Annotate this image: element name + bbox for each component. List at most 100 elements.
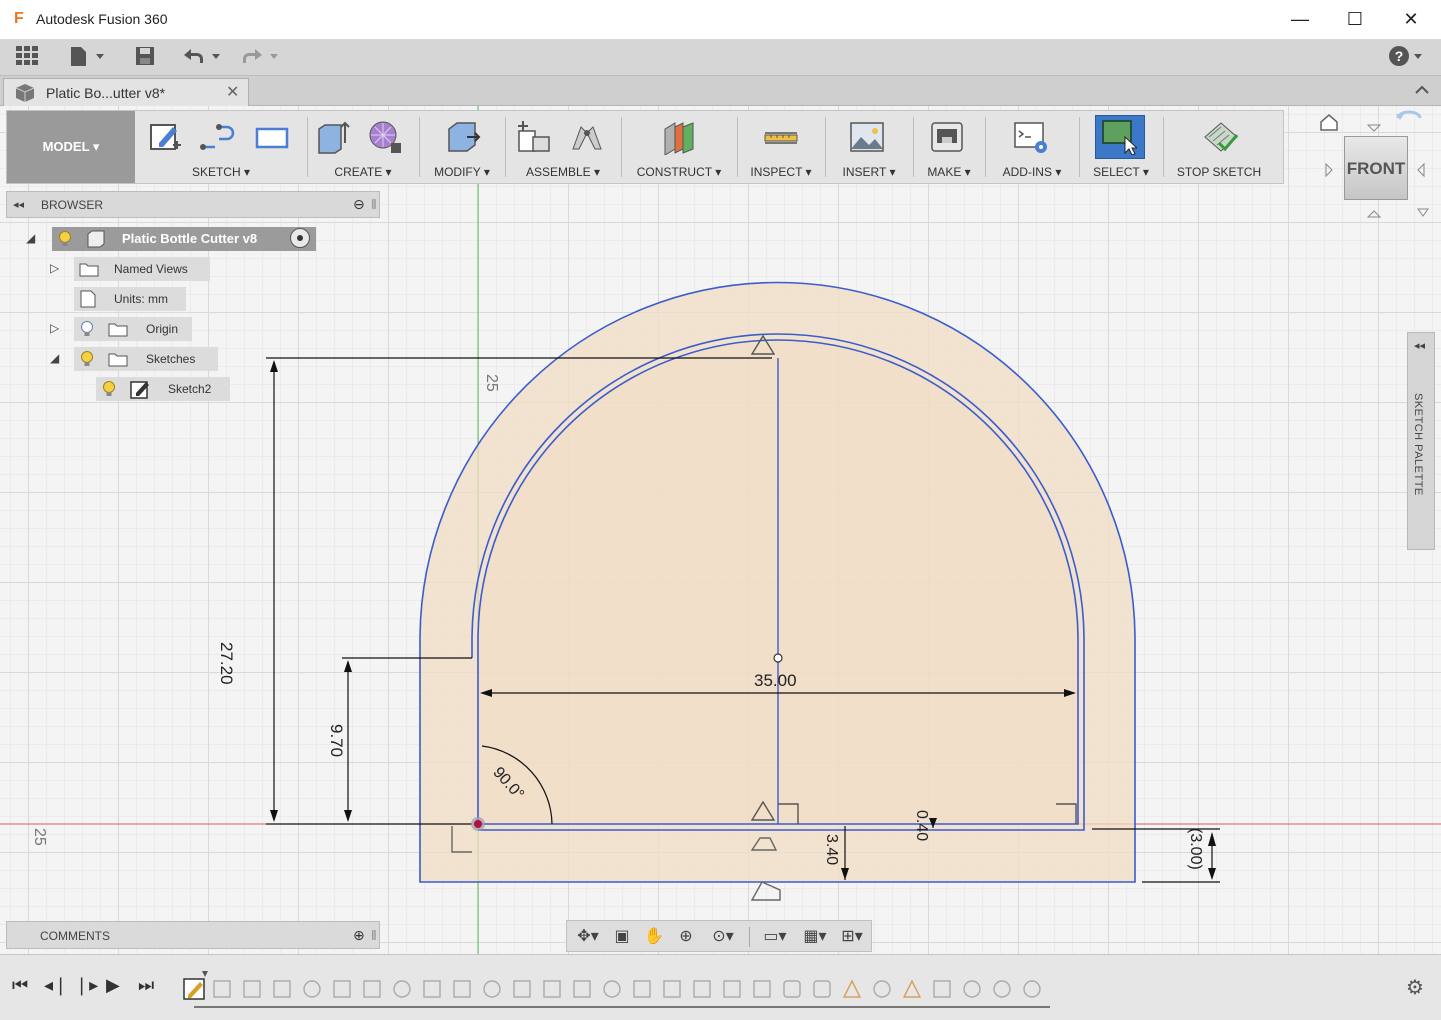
workspace-switcher[interactable]: MODEL ▾ — [7, 111, 135, 183]
assemble-group-label: ASSEMBLE ▾ — [525, 165, 601, 179]
expand-named-views-icon[interactable]: ▷ — [50, 261, 59, 275]
ribbon-group-sketch[interactable]: SKETCH ▾ — [137, 111, 305, 183]
visibility-bulb-icon[interactable] — [101, 380, 117, 406]
comments-grip-icon[interactable]: ‖ — [371, 927, 377, 943]
joint-icon — [572, 126, 602, 150]
expand-origin-icon[interactable]: ▷ — [50, 321, 59, 335]
tree-root-item[interactable]: Platic Bottle Cutter v8 — [52, 227, 316, 251]
zoom-icon[interactable]: ⊕ — [673, 926, 699, 948]
ribbon-separator — [307, 117, 308, 177]
view-arrow-down-icon[interactable] — [1366, 206, 1382, 224]
timeline-features[interactable] — [180, 969, 1060, 1009]
display-settings-icon[interactable]: ▭▾ — [757, 926, 793, 948]
rotate-view-icon[interactable] — [1394, 108, 1424, 131]
tree-item-named-views[interactable]: Named Views — [74, 257, 210, 281]
quick-access-bar: ? — [0, 40, 1441, 76]
tree-item-sketch2[interactable]: Sketch2 — [96, 377, 230, 401]
document-tab-bar: Platic Bo...utter v8* ✕ — [0, 76, 1441, 106]
comments-panel-header[interactable]: COMMENTS ⊕ ‖ — [6, 921, 380, 949]
ribbon-group-assemble[interactable]: ASSEMBLE ▾ — [507, 111, 619, 183]
undo-icon[interactable] — [180, 45, 226, 71]
tree-item-label: Origin — [146, 322, 179, 336]
maximize-button[interactable]: ☐ — [1327, 0, 1383, 40]
ribbon-group-modify[interactable]: MODIFY ▾ — [421, 111, 503, 183]
dimension-offset-ref[interactable]: (3.00) — [1186, 828, 1204, 870]
ribbon-group-addins[interactable]: ADD-INS ▾ — [987, 111, 1077, 183]
timeline-play-icon[interactable]: ▶ — [106, 975, 120, 996]
help-icon[interactable]: ? — [1388, 45, 1428, 71]
redo-icon[interactable] — [238, 45, 284, 71]
timeline-last-icon[interactable]: ⏭ — [138, 975, 154, 996]
expand-sketches-icon[interactable]: ◢ — [50, 351, 59, 365]
document-tab[interactable]: Platic Bo...utter v8* ✕ — [3, 78, 249, 106]
tree-item-sketches[interactable]: Sketches — [74, 347, 218, 371]
fit-window-icon[interactable]: ⊙▾ — [703, 926, 743, 948]
close-button[interactable]: ✕ — [1383, 0, 1439, 40]
visibility-bulb-icon[interactable] — [79, 350, 95, 376]
viewports-icon[interactable]: ⊞▾ — [835, 926, 869, 948]
view-arrow-left-icon[interactable] — [1324, 162, 1334, 183]
grid-settings-icon[interactable]: ▦▾ — [797, 926, 833, 948]
ribbon-group-inspect[interactable]: INSPECT ▾ — [739, 111, 823, 183]
home-view-icon[interactable] — [1318, 112, 1340, 137]
ribbon-group-make[interactable]: MAKE ▾ — [915, 111, 983, 183]
collapse-chevron-icon[interactable] — [1412, 80, 1432, 105]
browser-grip-icon[interactable]: ‖ — [371, 196, 377, 212]
rectangle-tool-icon — [255, 127, 289, 149]
view-cube[interactable]: FRONT — [1316, 108, 1441, 224]
view-cube-front-face[interactable]: FRONT — [1344, 136, 1408, 200]
dimension-width[interactable]: 35.00 — [754, 671, 797, 691]
ribbon-group-select[interactable]: SELECT ▾ — [1081, 111, 1161, 183]
visibility-bulb-off-icon[interactable] — [79, 320, 95, 346]
comments-title: COMMENTS — [40, 929, 110, 943]
stop-sketch-icon — [1204, 122, 1239, 152]
insert-group-label: INSERT ▾ — [842, 165, 896, 179]
timeline-first-icon[interactable]: ⏮ — [12, 975, 28, 996]
extrude-icon — [318, 121, 350, 154]
stop-sketch-button[interactable]: STOP SKETCH — [1165, 111, 1273, 183]
look-at-icon[interactable]: ▣ — [609, 926, 635, 948]
add-comment-icon[interactable]: ⊕ — [353, 927, 365, 944]
browser-minimize-icon[interactable]: ⊖ — [353, 196, 365, 213]
sketch-palette-label: SKETCH PALETTE — [1412, 393, 1424, 496]
ribbon-group-create[interactable]: CREATE ▾ — [309, 111, 417, 183]
timeline-prev-icon[interactable]: ◂❘ — [44, 975, 68, 996]
addins-group-label: ADD-INS ▾ — [1002, 165, 1062, 179]
tree-item-label: Named Views — [114, 262, 188, 276]
insert-image-icon — [850, 122, 884, 152]
dimension-offset-small[interactable]: 0.40 — [912, 810, 930, 841]
sketch-palette-tab[interactable]: ◂◂ SKETCH PALETTE — [1407, 332, 1435, 550]
data-panel-icon[interactable] — [14, 45, 40, 71]
save-icon[interactable] — [132, 45, 158, 71]
ribbon-separator — [505, 117, 506, 177]
timeline-settings-gear-icon[interactable]: ⚙ — [1406, 975, 1424, 1000]
create-sketch-icon — [150, 124, 181, 150]
view-cube-menu-icon[interactable] — [1416, 206, 1430, 224]
3d-print-icon — [931, 122, 963, 152]
component-icon — [86, 230, 106, 256]
tree-item-origin[interactable]: Origin — [74, 317, 192, 341]
tree-item-units[interactable]: Units: mm — [74, 287, 186, 311]
browser-panel-header[interactable]: ◂◂ BROWSER ⊖ ‖ — [6, 191, 380, 218]
orbit-icon[interactable]: ✥▾ — [571, 926, 605, 948]
close-tab-icon[interactable]: ✕ — [226, 82, 239, 102]
view-arrow-right-icon[interactable] — [1416, 162, 1426, 183]
ribbon-group-insert[interactable]: INSERT ▾ — [827, 111, 911, 183]
dimension-side-height[interactable]: 9.70 — [326, 724, 346, 757]
ribbon-group-construct[interactable]: CONSTRUCT ▾ — [623, 111, 735, 183]
pan-icon[interactable]: ✋ — [641, 926, 667, 948]
activate-component-icon[interactable] — [290, 228, 310, 248]
dimension-total-height[interactable]: 27.20 — [216, 642, 236, 685]
dimension-offset-bottom[interactable]: 3.40 — [822, 834, 840, 865]
minimize-button[interactable]: — — [1272, 0, 1328, 40]
browser-title: BROWSER — [41, 198, 104, 212]
expand-palette-icon[interactable]: ◂◂ — [1414, 339, 1425, 352]
collapse-browser-icon[interactable]: ◂◂ — [13, 198, 24, 211]
tree-item-label: Units: mm — [114, 292, 168, 306]
ribbon-separator — [913, 117, 914, 177]
file-menu-icon[interactable] — [68, 45, 108, 71]
visibility-bulb-icon[interactable] — [57, 230, 73, 256]
timeline-step-icon[interactable]: ❘▸ — [74, 975, 98, 996]
expand-root-icon[interactable]: ◢ — [26, 231, 35, 245]
document-tab-label: Platic Bo...utter v8* — [46, 85, 166, 101]
